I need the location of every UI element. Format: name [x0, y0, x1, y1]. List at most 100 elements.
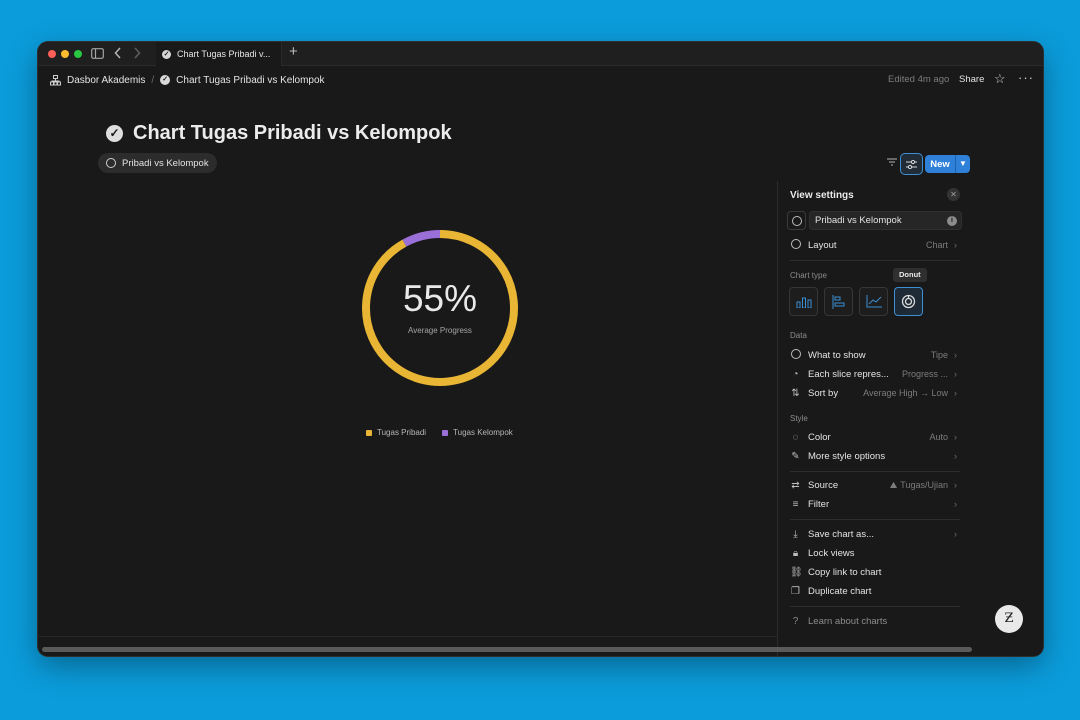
new-button[interactable]: New ▼ [925, 155, 970, 173]
horizontal-scrollbar[interactable] [42, 647, 972, 652]
line-chart-button[interactable] [859, 287, 888, 316]
palette-icon: ◌ [792, 431, 799, 443]
sort-by-row[interactable]: ⇅ Sort by Average High → Low › [790, 385, 960, 401]
pie-slice-icon: ◔ [792, 368, 799, 380]
chevron-right-icon: › [954, 388, 957, 398]
donut-chart-icon [901, 294, 916, 309]
copy-link-row[interactable]: ⛓ Copy link to chart [790, 564, 960, 580]
page-title[interactable]: Chart Tugas Pribadi vs Kelompok [133, 122, 452, 145]
view-settings-panel: View settings ✕ Pribadi vs Kelompok i La… [777, 181, 1043, 656]
panel-title: View settings [790, 190, 854, 201]
what-to-show-value: Tipe [930, 350, 948, 360]
source-row[interactable]: ⇄ Source ⛰ Tugas/Ujian › [790, 477, 960, 493]
chart-legend: Tugas Pribadi Tugas Kelompok [366, 428, 529, 437]
donut-chart: 55% Average Progress [354, 222, 526, 394]
color-value: Auto [929, 432, 948, 442]
page-check-icon: ✓ [106, 125, 123, 142]
legend-swatch [366, 429, 372, 436]
layout-row[interactable]: Layout Chart › [790, 237, 960, 253]
duplicate-row[interactable]: ❐ Duplicate chart [790, 583, 960, 599]
learn-charts-row[interactable]: ? Learn about charts [790, 613, 960, 629]
divider [790, 260, 960, 261]
view-tab[interactable]: Pribadi vs Kelompok [98, 153, 217, 173]
minimize-window-button[interactable] [61, 50, 69, 58]
donut-chart-button[interactable] [894, 287, 923, 316]
chevron-right-icon: › [954, 529, 957, 539]
donut-tooltip: Donut [893, 268, 927, 282]
layout-value: Chart [925, 240, 948, 250]
close-icon[interactable]: ✕ [947, 188, 960, 201]
lock-views-row[interactable]: 🔒︎ Lock views [790, 545, 960, 561]
more-options-icon[interactable]: ··· [1018, 70, 1034, 85]
each-slice-label: Each slice repres... [808, 368, 889, 380]
forward-arrow-icon[interactable] [133, 47, 141, 63]
filter-label: Filter [808, 498, 830, 510]
filter-row[interactable]: ≡ Filter › [790, 496, 960, 512]
learn-charts-label: Learn about charts [808, 615, 888, 627]
color-row[interactable]: ◌ Color Auto › [790, 429, 960, 445]
chevron-right-icon: › [954, 432, 957, 442]
style-heading: Style [790, 414, 808, 423]
donut-slice-tugas-kelompok[interactable] [402, 230, 441, 247]
data-heading: Data [790, 331, 807, 340]
vertical-bar-chart-icon [796, 296, 812, 308]
browser-tab[interactable]: ✓ Chart Tugas Pribadi v... [156, 42, 282, 66]
copy-link-label: Copy link to chart [808, 566, 882, 578]
favorite-star-icon[interactable]: ☆ [994, 71, 1006, 87]
back-arrow-icon[interactable] [114, 47, 122, 63]
sidebar-toggle-icon[interactable] [91, 48, 104, 63]
color-label: Color [808, 431, 831, 443]
source-value: Tugas/Ujian [900, 480, 948, 490]
close-window-button[interactable] [48, 50, 56, 58]
help-button[interactable]: Ƶ [995, 605, 1023, 633]
more-style-row[interactable]: ✎ More style options › [790, 448, 960, 464]
chevron-right-icon: › [954, 499, 957, 509]
view-tab-label: Pribadi vs Kelompok [122, 157, 209, 169]
chevron-down-icon[interactable]: ▼ [955, 155, 970, 173]
view-name-input[interactable]: Pribadi vs Kelompok i [809, 211, 962, 230]
duplicate-icon: ❐ [791, 585, 800, 597]
view-settings-button[interactable] [900, 153, 923, 175]
download-icon: ⤓ [793, 528, 798, 540]
new-button-label: New [930, 158, 950, 170]
chevron-right-icon: › [954, 350, 957, 360]
chart-view-icon [106, 158, 116, 168]
new-tab-plus-icon[interactable]: + [289, 44, 298, 59]
breadcrumb-page-label[interactable]: Chart Tugas Pribadi vs Kelompok [176, 75, 324, 86]
filter-icon[interactable] [887, 158, 897, 169]
brush-icon: ✎ [791, 450, 800, 462]
chart-center-value: 55% [402, 278, 478, 319]
chevron-right-icon: › [954, 480, 957, 490]
breadcrumb-workspace[interactable]: Dasbor Akademis / ✓ Chart Tugas Pribadi … [50, 70, 325, 90]
what-to-show-row[interactable]: What to show Tipe › [790, 347, 960, 363]
legend-item-kelompok: Tugas Kelompok [442, 428, 513, 437]
lock-icon: 🔒︎ [792, 547, 799, 559]
filter-icon: ≡ [792, 498, 799, 510]
divider [790, 471, 960, 472]
divider [38, 636, 777, 637]
layout-label: Layout [808, 239, 837, 251]
layout-icon [790, 238, 801, 252]
clock-icon [790, 348, 801, 362]
chart-view-icon[interactable] [787, 211, 806, 230]
horizontal-bar-chart-button[interactable] [824, 287, 853, 316]
app-window: ✓ Chart Tugas Pribadi v... + Dasbor Akad… [38, 42, 1043, 656]
horizontal-bar-chart-icon [832, 294, 846, 309]
save-chart-row[interactable]: ⤓ Save chart as... › [790, 526, 960, 542]
source-label: Source [808, 479, 839, 491]
tab-title: Chart Tugas Pribadi v... [177, 49, 271, 59]
share-button[interactable]: Share [959, 74, 984, 85]
each-slice-value: Progress ... [901, 369, 948, 379]
chart-type-heading: Chart type [790, 271, 827, 280]
link-icon: ⛓ [790, 566, 803, 578]
legend-swatch [442, 429, 449, 436]
info-icon[interactable]: i [947, 216, 957, 226]
zoom-window-button[interactable] [74, 50, 82, 58]
vertical-bar-chart-button[interactable] [789, 287, 818, 316]
line-chart-icon [866, 295, 882, 308]
breadcrumb-workspace-label: Dasbor Akademis [67, 74, 146, 86]
more-style-label: More style options [808, 450, 886, 462]
sort-arrows-icon: ⇅ [791, 387, 800, 399]
sort-by-value: Average High → Low [863, 388, 948, 398]
each-slice-row[interactable]: ◔ Each slice repres... Progress ... › [790, 366, 960, 382]
